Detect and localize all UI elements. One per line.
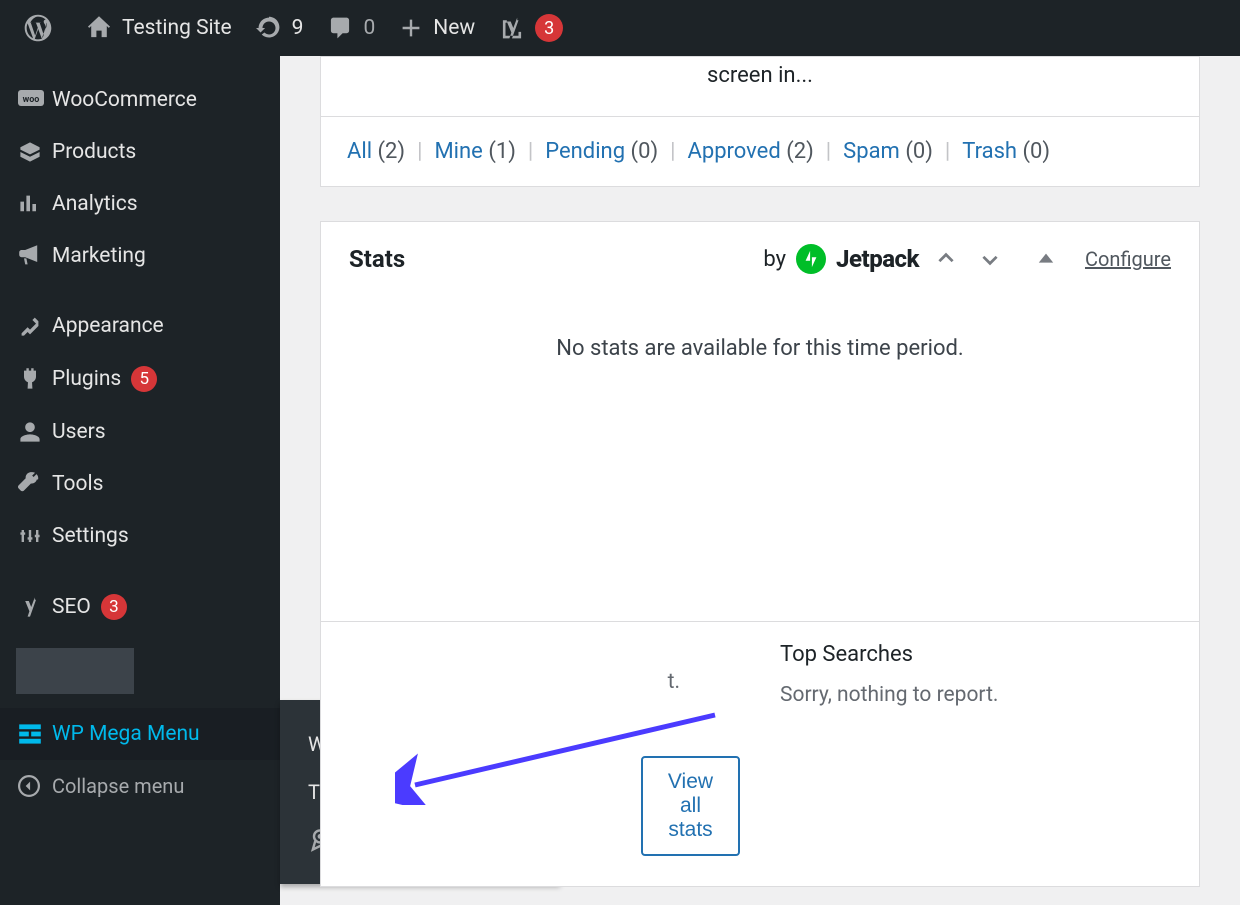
updates-count: 9 [292,16,304,40]
stats-right-col: Top Searches Sorry, nothing to report. [740,642,1169,856]
update-icon [256,15,282,41]
collapse-panel-button[interactable] [1031,250,1061,268]
sidebar-item-appearance[interactable]: Appearance [0,300,280,352]
admin-sidebar: woo WooCommerce Products Analytics Marke… [0,56,280,905]
top-searches-title: Top Searches [780,642,1169,667]
site-title: Testing Site [122,16,232,40]
collapse-label: Collapse menu [52,774,184,798]
plugin-icon [18,367,52,391]
sidebar-item-settings[interactable]: Settings [0,510,280,562]
filter-sep: | [405,139,434,164]
sidebar-label: WP Mega Menu [52,722,200,746]
yoast-icon [499,15,525,41]
sidebar-item-products[interactable]: Products [0,126,280,178]
comments-link[interactable]: 0 [315,0,387,56]
sidebar-item-marketing[interactable]: Marketing [0,230,280,282]
filter-pending-count: (0) [631,139,659,164]
admin-bar: Testing Site 9 0 New 3 [0,0,1240,56]
products-icon [18,140,52,164]
sidebar-label: Tools [52,472,103,496]
filter-sep: | [516,139,545,164]
filter-trash[interactable]: Trash [962,139,1017,164]
filter-approved[interactable]: Approved [687,139,780,164]
mega-menu-icon [18,722,52,746]
svg-text:woo: woo [23,95,40,105]
sidebar-item-users[interactable]: Users [0,406,280,458]
yoast-link[interactable]: 3 [487,0,575,56]
collapse-menu[interactable]: Collapse menu [0,760,280,812]
seo-badge: 3 [101,594,127,620]
sidebar-item-seo[interactable]: SEO 3 [0,580,280,634]
comments-panel: screen in... All (2) | Mine (1) | Pendin… [320,56,1200,187]
filter-sep: | [933,139,962,164]
filter-pending[interactable]: Pending [545,139,625,164]
sidebar-label: Marketing [52,244,146,268]
new-content-link[interactable]: New [387,0,487,56]
jetpack-brand: Jetpack [836,245,919,273]
filter-spam-count: (0) [905,139,933,164]
sidebar-label: SEO [52,595,91,619]
stats-left-col: t. View all stats [351,642,740,856]
stats-by-text: by [763,247,786,272]
megaphone-icon [18,244,52,268]
filter-spam[interactable]: Spam [843,139,900,164]
move-up-button[interactable] [929,248,963,270]
sidebar-label: WooCommerce [52,88,197,112]
plugins-badge: 5 [131,366,157,392]
stats-empty-message: No stats are available for this time per… [321,296,1199,621]
sidebar-label: Products [52,140,136,164]
filter-sep: | [658,139,687,164]
content-area: screen in... All (2) | Mine (1) | Pendin… [280,56,1240,905]
wordpress-icon [24,14,52,42]
stats-left-text: t. [351,670,740,694]
sidebar-item-woocommerce[interactable]: woo WooCommerce [0,74,280,126]
comments-filter-bar: All (2) | Mine (1) | Pending (0) | Appro… [321,116,1199,186]
sidebar-item-tools[interactable]: Tools [0,458,280,510]
top-searches-text: Sorry, nothing to report. [780,683,1169,707]
sidebar-label: Users [52,420,106,444]
filter-all[interactable]: All [347,139,372,164]
filter-mine[interactable]: Mine [434,139,482,164]
notif-badge: 3 [535,14,563,42]
updates-link[interactable]: 9 [244,0,316,56]
comment-icon [327,15,353,41]
comments-count: 0 [363,16,375,40]
stats-footer: t. View all stats Top Searches Sorry, no… [321,621,1199,886]
appearance-icon [18,314,52,338]
users-icon [18,420,52,444]
comments-snippet: screen in... [321,57,1199,116]
sidebar-label: Analytics [52,192,138,216]
settings-icon [18,524,52,548]
filter-approved-count: (2) [786,139,814,164]
wp-logo[interactable] [12,0,74,56]
sidebar-item-plugins[interactable]: Plugins 5 [0,352,280,406]
stats-title: Stats [349,245,405,273]
filter-all-count: (2) [378,139,406,164]
home-icon [86,15,112,41]
new-label: New [433,16,475,40]
plus-icon [399,16,423,40]
sidebar-label: Plugins [52,367,121,391]
configure-link[interactable]: Configure [1085,247,1171,271]
woocommerce-icon: woo [18,90,52,110]
move-down-button[interactable] [973,248,1007,270]
sidebar-label: Appearance [52,314,164,338]
analytics-icon [18,192,52,216]
sidebar-placeholder [16,648,134,694]
view-all-stats-button[interactable]: View all stats [641,756,740,856]
yoast-icon [18,595,52,619]
filter-sep: | [814,139,843,164]
collapse-icon [18,775,52,797]
filter-trash-count: (0) [1023,139,1051,164]
stats-panel-header: Stats by Jetpack Configure [321,222,1199,296]
stats-panel: Stats by Jetpack Configure No stats a [320,221,1200,887]
sidebar-item-analytics[interactable]: Analytics [0,178,280,230]
site-link[interactable]: Testing Site [74,0,244,56]
sidebar-item-wp-mega-menu[interactable]: WP Mega Menu [0,708,280,760]
filter-mine-count: (1) [488,139,516,164]
jetpack-icon [796,244,826,274]
sidebar-label: Settings [52,524,129,548]
wrench-icon [18,472,52,496]
